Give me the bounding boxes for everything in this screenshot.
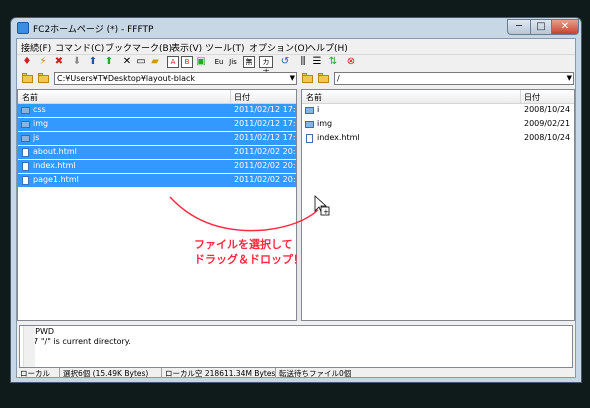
annotation-line-1: ファイルを選択して [194, 238, 293, 251]
drag-arrow-curve [169, 196, 319, 232]
drag-arrow-overlay: + [169, 195, 330, 232]
svg-text:+: + [323, 208, 329, 216]
annotation-line-2: ドラッグ＆ドロップ！ [194, 253, 304, 266]
